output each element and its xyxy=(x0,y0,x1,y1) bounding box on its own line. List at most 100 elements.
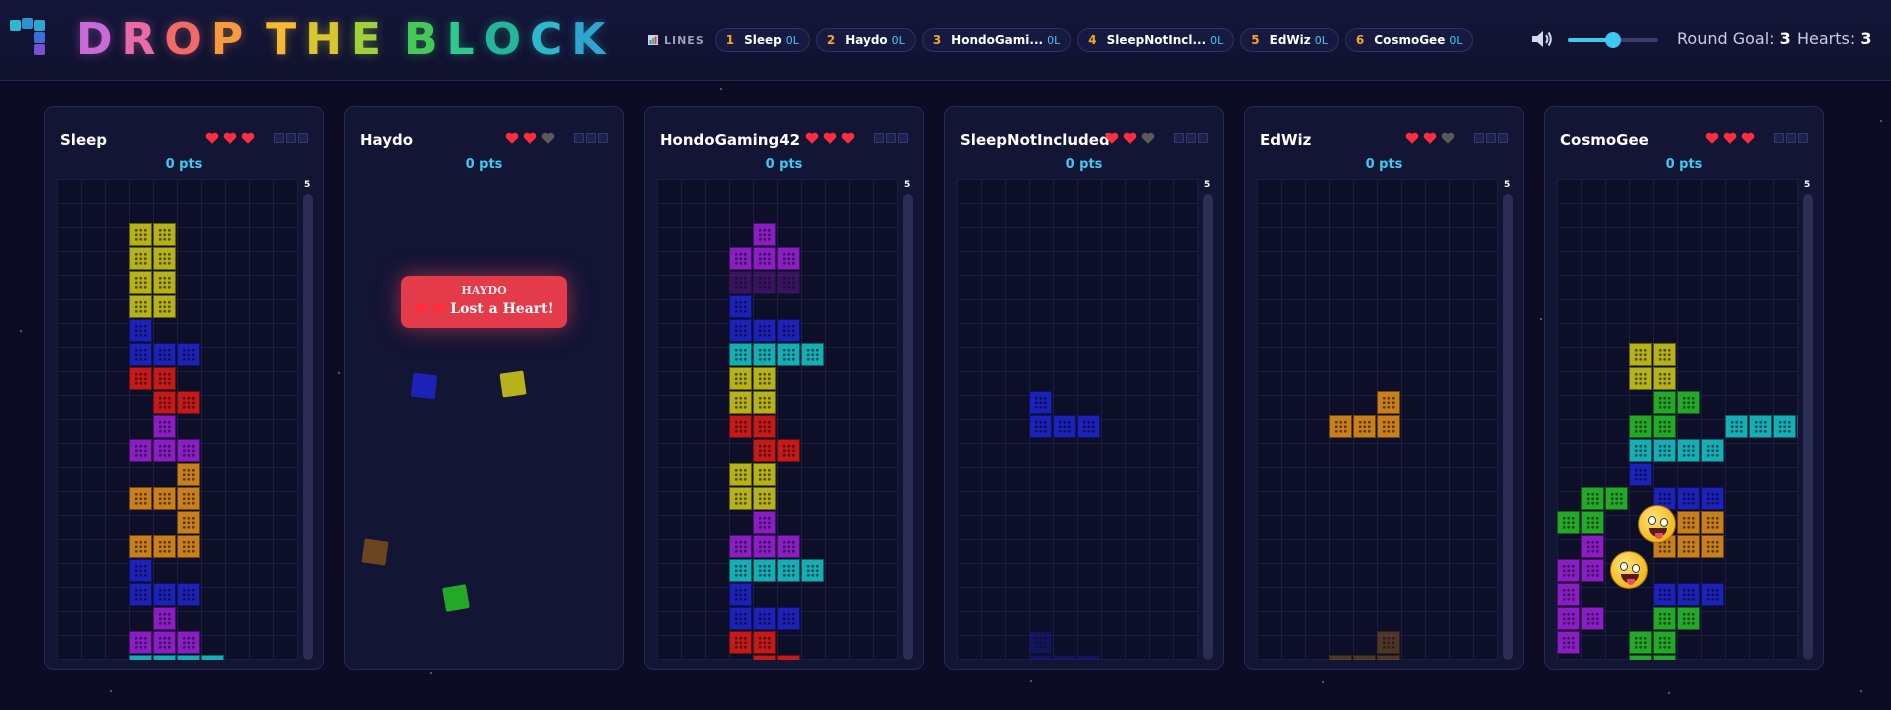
block-cell xyxy=(1797,415,1798,438)
block-cell xyxy=(777,319,800,342)
block-cell xyxy=(129,319,152,342)
block-cell xyxy=(153,655,176,660)
volume-slider[interactable] xyxy=(1568,32,1658,48)
falling-block xyxy=(499,370,527,398)
block-cell xyxy=(753,271,776,294)
block-texture xyxy=(734,372,747,385)
block-texture xyxy=(734,324,747,337)
block-cell xyxy=(153,295,176,318)
block-cell xyxy=(129,223,152,246)
block-texture xyxy=(1562,516,1575,529)
block-cell xyxy=(1629,655,1652,660)
heart-icon xyxy=(1423,132,1437,144)
board-scrollbar[interactable] xyxy=(1503,194,1513,660)
block-texture xyxy=(1634,420,1647,433)
block-cell xyxy=(1077,415,1100,438)
block-cell xyxy=(1377,631,1400,654)
block-texture xyxy=(1706,540,1719,553)
block-cell xyxy=(1701,583,1724,606)
block-texture xyxy=(1730,420,1743,433)
block-cell xyxy=(1029,415,1052,438)
zany-face-emoji xyxy=(1638,505,1676,543)
heart-icon xyxy=(223,132,237,144)
heart-icon xyxy=(1123,132,1137,144)
block-cell xyxy=(1029,391,1052,414)
volume-knob[interactable] xyxy=(1605,32,1621,48)
block-cell xyxy=(153,415,176,438)
block-texture xyxy=(734,252,747,265)
chip-lines: 0L xyxy=(1047,33,1061,47)
emoji-part xyxy=(1660,518,1668,527)
block-texture xyxy=(1706,588,1719,601)
board-scrollbar[interactable] xyxy=(903,194,913,660)
star xyxy=(1540,318,1542,320)
chip-player-name: SleepNotIncl... xyxy=(1106,33,1207,47)
block-cell xyxy=(753,655,776,660)
heart-icon xyxy=(1705,132,1719,144)
block-texture xyxy=(158,396,171,409)
block-cell xyxy=(1377,655,1400,660)
player-chip[interactable]: 2 Haydo 0L xyxy=(815,28,916,52)
block-texture xyxy=(1658,588,1671,601)
player-board: CosmoGee 0 pts 5 xyxy=(1544,106,1824,670)
block-cell xyxy=(1353,655,1376,660)
block-cell xyxy=(753,343,776,366)
block-texture xyxy=(134,540,147,553)
line-progress xyxy=(274,133,308,143)
player-chip[interactable]: 6 CosmoGee 0L xyxy=(1344,28,1474,52)
block-cell xyxy=(777,247,800,270)
player-chip[interactable]: 5 EdWiz 0L xyxy=(1240,28,1339,52)
block-texture xyxy=(158,228,171,241)
block-cell xyxy=(177,391,200,414)
progress-box xyxy=(586,133,596,143)
chip-rank: 5 xyxy=(1251,33,1260,47)
player-chip[interactable]: 3 HondoGami... 0L xyxy=(921,28,1072,52)
block-texture xyxy=(134,588,147,601)
block-cell xyxy=(177,487,200,510)
block-cell xyxy=(1677,583,1700,606)
player-chip[interactable]: 1 Sleep 0L xyxy=(714,28,810,52)
block-cell xyxy=(729,319,752,342)
block-cell xyxy=(1029,655,1052,660)
board-scrollbar[interactable] xyxy=(303,194,313,660)
emoji-part xyxy=(1648,516,1656,525)
chip-rank: 6 xyxy=(1355,33,1365,47)
player-board: Haydo 0 pts xyxy=(344,106,624,670)
board-scrollbar[interactable] xyxy=(1203,194,1213,660)
block-texture xyxy=(158,636,171,649)
line-progress xyxy=(874,133,908,143)
next-indicator: 5 xyxy=(1504,180,1511,190)
star xyxy=(20,330,22,332)
star xyxy=(720,88,722,90)
player-points: 0 pts xyxy=(1365,157,1403,172)
block-cell xyxy=(129,343,152,366)
block-cell xyxy=(1329,655,1352,660)
block-texture xyxy=(782,540,795,553)
block-texture xyxy=(1358,420,1371,433)
chip-lines: 0L xyxy=(1210,33,1224,47)
chip-rank: 1 xyxy=(725,33,735,47)
block-cell xyxy=(777,655,800,660)
block-cell xyxy=(753,631,776,654)
star xyxy=(1880,120,1882,122)
player-name: EdWiz xyxy=(1260,131,1312,149)
block-cell xyxy=(1677,439,1700,462)
block-cell xyxy=(753,535,776,558)
block-cell xyxy=(1701,439,1724,462)
block-texture xyxy=(806,348,819,361)
block-texture xyxy=(758,420,771,433)
block-cell xyxy=(753,319,776,342)
heart-empty-icon xyxy=(541,132,555,144)
board-scrollbar[interactable] xyxy=(1803,194,1813,660)
line-progress xyxy=(1774,133,1808,143)
block-cell xyxy=(177,631,200,654)
block-texture xyxy=(182,348,195,361)
next-indicator: 5 xyxy=(304,180,311,190)
hearts-stat: Hearts: 3 xyxy=(1797,29,1872,48)
block-cell xyxy=(777,559,800,582)
block-texture xyxy=(734,348,747,361)
player-chip[interactable]: 4 SleepNotIncl... 0L xyxy=(1077,28,1235,52)
speaker-icon[interactable] xyxy=(1530,28,1554,50)
block-cell xyxy=(777,535,800,558)
line-progress xyxy=(1174,133,1208,143)
